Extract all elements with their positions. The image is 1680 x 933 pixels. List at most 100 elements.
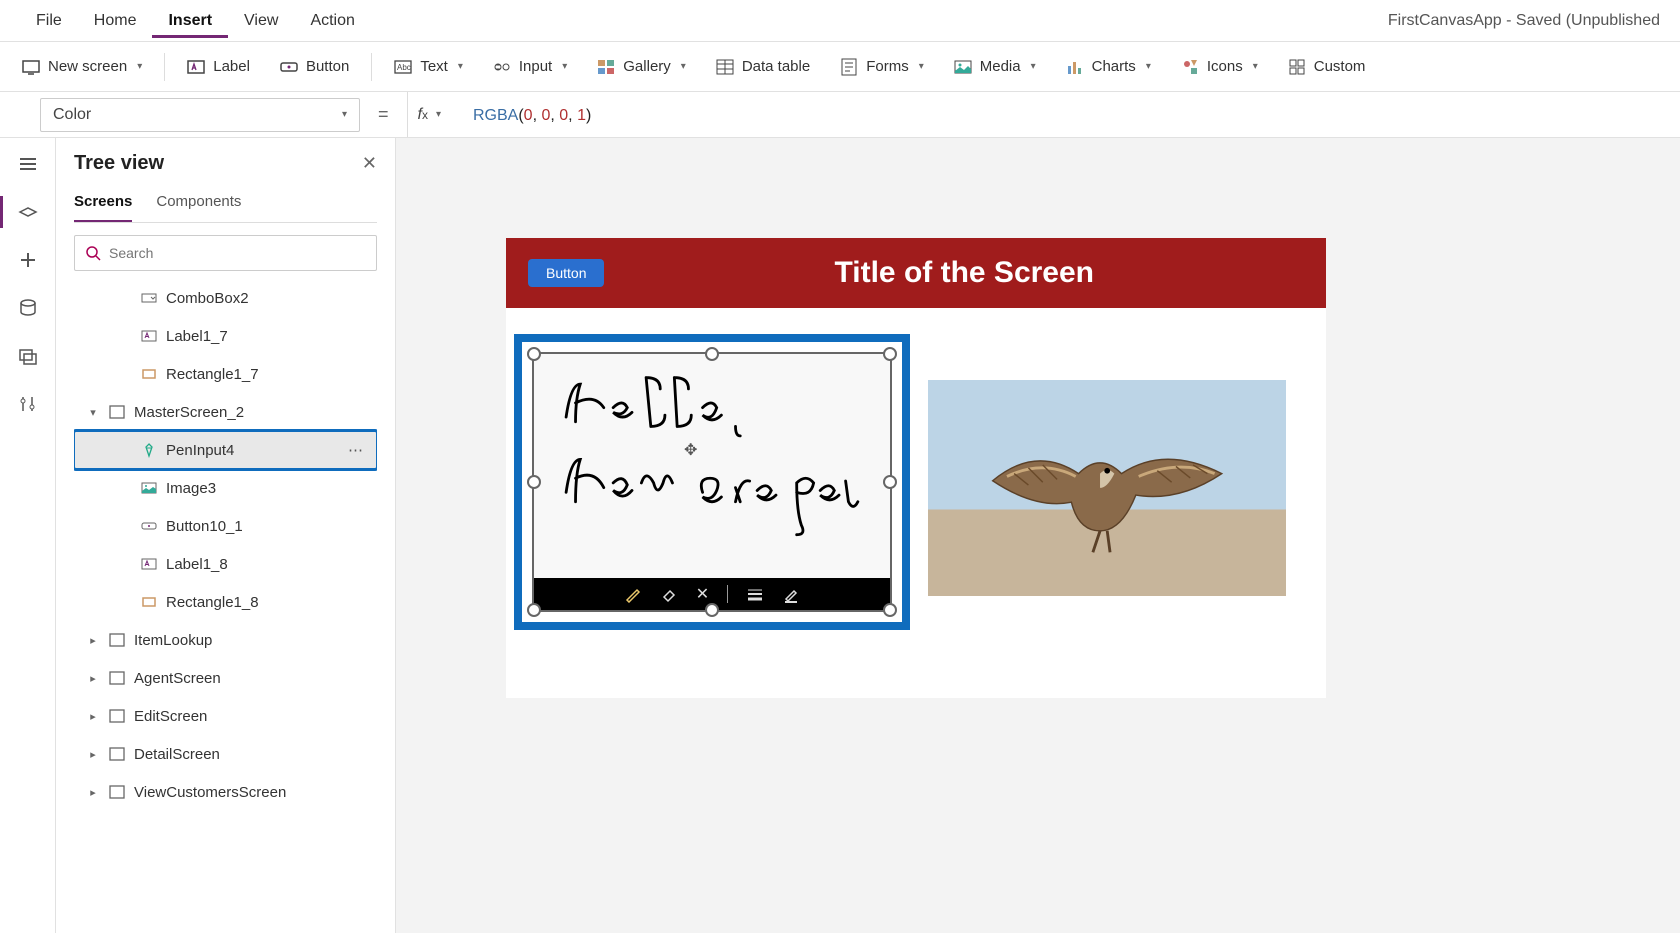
header-title: Title of the Screen bbox=[624, 256, 1304, 290]
chevron-down-icon: ▾ bbox=[342, 109, 347, 120]
tree-item-image3[interactable]: Image3 bbox=[74, 469, 377, 507]
hamburger-icon[interactable] bbox=[16, 152, 40, 176]
input-dropdown[interactable]: Input ▾ bbox=[481, 52, 579, 82]
text-icon: Abc bbox=[394, 58, 412, 76]
tree-item-label: PenInput4 bbox=[166, 442, 234, 459]
data-table-button[interactable]: Data table bbox=[704, 52, 822, 82]
more-icon[interactable]: ⋯ bbox=[348, 441, 373, 459]
formula-input[interactable]: RGBA(0, 0, 0, 1) bbox=[463, 105, 591, 125]
search-box[interactable] bbox=[74, 235, 377, 271]
menu-tab-view[interactable]: View bbox=[228, 4, 294, 38]
chevron-down-icon[interactable]: ▾ bbox=[436, 109, 441, 120]
custom-dropdown[interactable]: Custom bbox=[1276, 52, 1378, 82]
label-button[interactable]: Label bbox=[175, 52, 262, 82]
header-button[interactable]: Button bbox=[528, 259, 604, 287]
screen-icon bbox=[108, 403, 126, 421]
tree-item-combobox2[interactable]: ComboBox2 bbox=[74, 279, 377, 317]
tree-item-itemlookup[interactable]: ▸ ItemLookup bbox=[74, 621, 377, 659]
tree-item-label: AgentScreen bbox=[134, 670, 221, 687]
tree-view-icon[interactable] bbox=[16, 200, 40, 224]
icons-dropdown[interactable]: Icons ▾ bbox=[1169, 52, 1270, 82]
tree-item-rectangle1_8[interactable]: Rectangle1_8 bbox=[74, 583, 377, 621]
tree-item-editscreen[interactable]: ▸EditScreen bbox=[74, 697, 377, 735]
close-icon[interactable]: ✕ bbox=[362, 153, 377, 174]
tree-list: ComboBox2Label1_7Rectangle1_7 ▾ MasterScre… bbox=[74, 279, 377, 919]
resize-handle[interactable] bbox=[527, 347, 541, 361]
icons-label: Icons bbox=[1207, 58, 1243, 75]
chevron-right-icon[interactable]: ▸ bbox=[86, 748, 100, 761]
pen-icon bbox=[140, 441, 158, 459]
tree-item-button10_1[interactable]: Button10_1 bbox=[74, 507, 377, 545]
ribbon-separator bbox=[164, 53, 165, 81]
screen-frame[interactable]: Button Title of the Screen bbox=[506, 238, 1326, 698]
pen-input-selected[interactable]: ✥ ✕ bbox=[514, 334, 910, 630]
tree-item-detailscreen[interactable]: ▸DetailScreen bbox=[74, 735, 377, 773]
handwriting-content bbox=[552, 370, 872, 549]
chevron-right-icon[interactable]: ▸ bbox=[86, 786, 100, 799]
resize-handle[interactable] bbox=[883, 603, 897, 617]
tree-item-viewcustomersscreen[interactable]: ▸ ViewCustomersScreen bbox=[74, 773, 377, 811]
button-button[interactable]: Button bbox=[268, 52, 361, 82]
menu-tab-action[interactable]: Action bbox=[294, 4, 370, 38]
pen-color-icon[interactable] bbox=[782, 585, 800, 603]
media-label: Media bbox=[980, 58, 1021, 75]
property-selector[interactable]: Color ▾ bbox=[40, 98, 360, 132]
resize-handle[interactable] bbox=[527, 475, 541, 489]
tree-item-label: ViewCustomersScreen bbox=[134, 784, 286, 801]
label-text: Label bbox=[213, 58, 250, 75]
tree-item-label1_7[interactable]: Label1_7 bbox=[74, 317, 377, 355]
image-control[interactable] bbox=[928, 380, 1286, 596]
canvas-area[interactable]: Button Title of the Screen bbox=[396, 138, 1680, 933]
resize-handle[interactable] bbox=[883, 475, 897, 489]
resize-handle[interactable] bbox=[527, 603, 541, 617]
resize-handle[interactable] bbox=[705, 603, 719, 617]
chevron-down-icon: ▾ bbox=[919, 61, 924, 72]
tab-screens[interactable]: Screens bbox=[74, 187, 132, 222]
tree-item-label: Rectangle1_8 bbox=[166, 594, 259, 611]
data-icon[interactable] bbox=[16, 296, 40, 320]
chevron-right-icon[interactable]: ▸ bbox=[86, 710, 100, 723]
forms-dropdown[interactable]: Forms ▾ bbox=[828, 52, 936, 82]
resize-handle[interactable] bbox=[705, 347, 719, 361]
advanced-tools-icon[interactable] bbox=[16, 392, 40, 416]
gallery-icon bbox=[597, 58, 615, 76]
search-input[interactable] bbox=[109, 245, 366, 261]
menu-tab-insert[interactable]: Insert bbox=[152, 4, 228, 38]
tree-item-label1_8[interactable]: Label1_8 bbox=[74, 545, 377, 583]
tree-item-peninput4[interactable]: PenInput4 ⋯ bbox=[74, 431, 377, 469]
menu-tab-home[interactable]: Home bbox=[78, 4, 153, 38]
media-icon bbox=[954, 58, 972, 76]
tree-item-agentscreen[interactable]: ▸ AgentScreen bbox=[74, 659, 377, 697]
media-dropdown[interactable]: Media ▾ bbox=[942, 52, 1048, 82]
charts-dropdown[interactable]: Charts ▾ bbox=[1054, 52, 1163, 82]
text-dropdown[interactable]: Abc Text ▾ bbox=[382, 52, 475, 82]
pen-clear-icon[interactable]: ✕ bbox=[696, 584, 709, 604]
pen-draw-icon[interactable] bbox=[624, 585, 642, 603]
new-screen-button[interactable]: New screen ▾ bbox=[10, 52, 154, 82]
tree-item-rectangle1_7[interactable]: Rectangle1_7 bbox=[74, 355, 377, 393]
image-icon bbox=[140, 479, 158, 497]
button-text: Button bbox=[306, 58, 349, 75]
button-icon bbox=[140, 517, 158, 535]
chevron-right-icon[interactable]: ▸ bbox=[86, 672, 100, 685]
chevron-down-icon[interactable]: ▾ bbox=[86, 406, 100, 419]
tree-item-label: MasterScreen_2 bbox=[134, 404, 244, 421]
button-icon bbox=[280, 58, 298, 76]
pen-erase-icon[interactable] bbox=[660, 585, 678, 603]
chevron-right-icon[interactable]: ▸ bbox=[86, 634, 100, 647]
tab-components[interactable]: Components bbox=[156, 187, 241, 222]
screen-icon bbox=[108, 631, 126, 649]
media-rail-icon[interactable] bbox=[16, 344, 40, 368]
tree-item-masterscreen_2[interactable]: ▾ MasterScreen_2 bbox=[74, 393, 377, 431]
icons-icon bbox=[1181, 58, 1199, 76]
pen-input-canvas[interactable]: ✥ ✕ bbox=[532, 352, 892, 612]
insert-icon[interactable] bbox=[16, 248, 40, 272]
resize-handle[interactable] bbox=[883, 347, 897, 361]
menu-tab-file[interactable]: File bbox=[20, 4, 78, 38]
fx-icon[interactable]: fx bbox=[418, 106, 428, 124]
tree-item-label: ItemLookup bbox=[134, 632, 212, 649]
pen-width-icon[interactable] bbox=[746, 585, 764, 603]
chevron-down-icon: ▾ bbox=[1146, 61, 1151, 72]
label-icon bbox=[140, 327, 158, 345]
gallery-dropdown[interactable]: Gallery ▾ bbox=[585, 52, 698, 82]
